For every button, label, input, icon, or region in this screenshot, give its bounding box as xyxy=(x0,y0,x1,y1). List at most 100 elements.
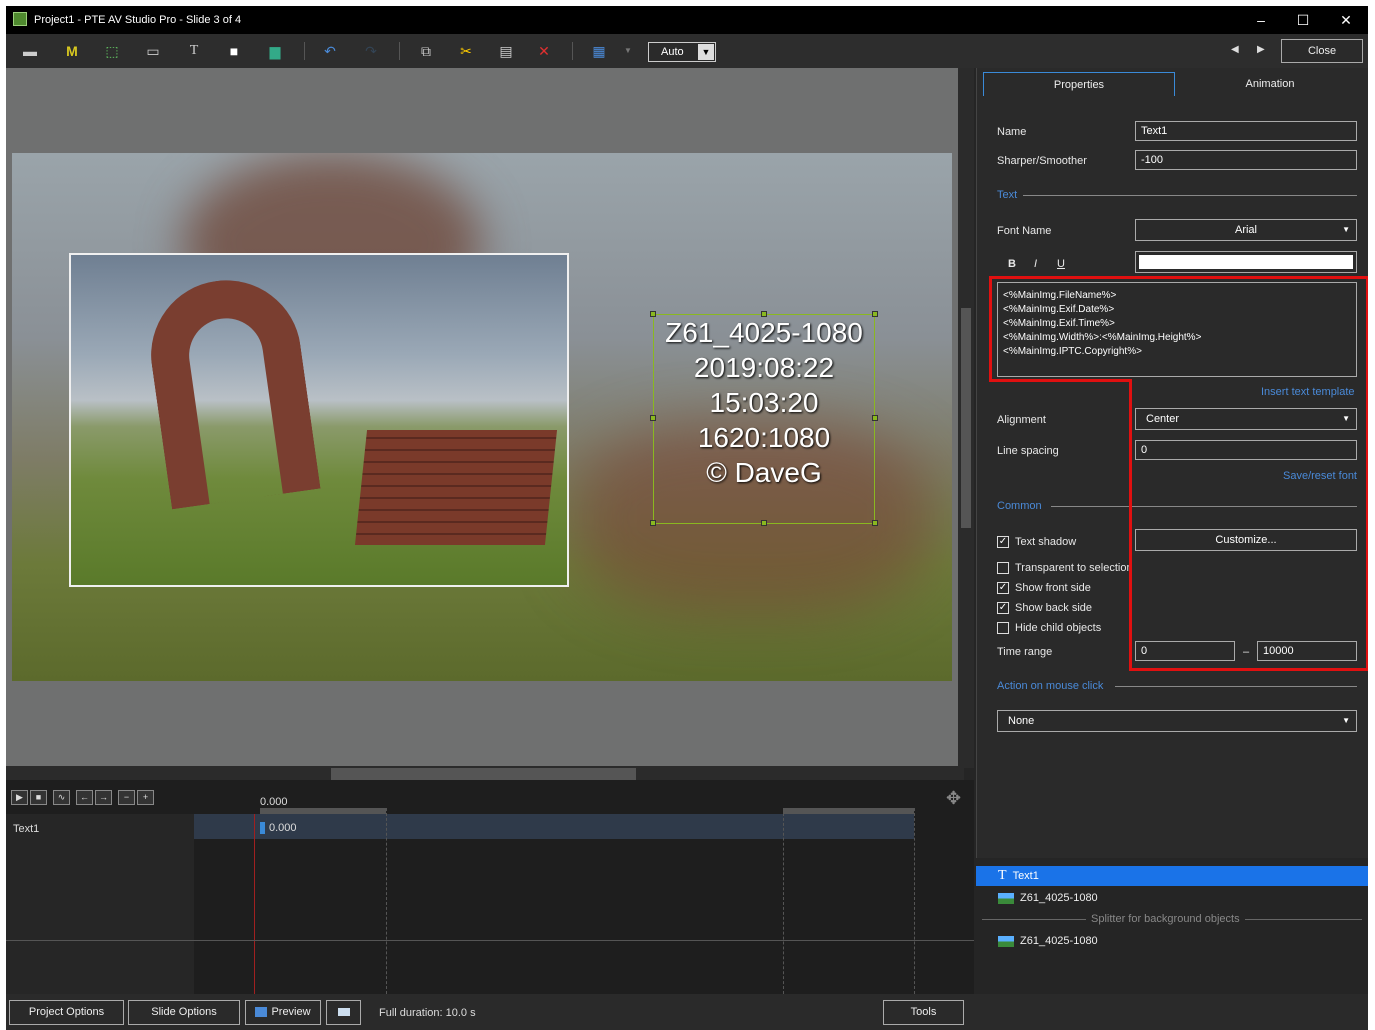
font-color-picker[interactable] xyxy=(1135,251,1357,273)
play-icon[interactable]: ▶ xyxy=(11,790,28,805)
project-options-button[interactable]: Project Options xyxy=(9,1000,124,1025)
maximize-button[interactable]: ☐ xyxy=(1283,10,1323,30)
copy-icon[interactable]: ⧉ xyxy=(416,42,436,60)
resize-handle[interactable] xyxy=(761,520,767,526)
arrow-right-icon[interactable]: → xyxy=(95,790,112,805)
slide-canvas[interactable]: Z61_4025-1080 2019:08:22 15:03:20 1620:1… xyxy=(6,68,964,768)
brick-block xyxy=(354,430,558,545)
waveform-icon[interactable]: ∿ xyxy=(53,790,70,805)
timeline-cursor[interactable] xyxy=(254,814,255,994)
toolbar-separator xyxy=(572,42,573,60)
object-item-text1[interactable]: T Text1 xyxy=(976,866,1368,886)
canvas-horizontal-scrollbar[interactable] xyxy=(6,766,964,780)
close-window-button[interactable]: ✕ xyxy=(1326,10,1366,30)
scrollbar-thumb[interactable] xyxy=(331,768,636,780)
preview-label: Preview xyxy=(271,1006,311,1018)
transparent-checkbox[interactable] xyxy=(997,562,1009,574)
rectangle-icon[interactable]: ■ xyxy=(224,42,244,60)
name-field[interactable]: Text1 xyxy=(1135,121,1357,141)
underline-button[interactable]: U xyxy=(1057,258,1065,270)
text-shadow-checkbox[interactable]: ✓ xyxy=(997,536,1009,548)
resize-handle[interactable] xyxy=(872,520,878,526)
main-image[interactable] xyxy=(69,253,569,587)
timeline-keyframe[interactable]: 0.000 xyxy=(260,822,297,834)
timeline-divider xyxy=(6,940,974,941)
arrow-left-icon[interactable]: ← xyxy=(76,790,93,805)
action-value: None xyxy=(1008,715,1035,727)
bold-button[interactable]: B xyxy=(1008,258,1016,270)
timeline-marker xyxy=(783,808,784,994)
show-front-checkbox[interactable]: ✓ xyxy=(997,582,1009,594)
tools-button[interactable]: Tools xyxy=(883,1000,964,1025)
preview-button[interactable]: Preview xyxy=(245,1000,321,1025)
toolbar: ▬ M ⬚ ▭ T ■ ▆ ↶ ↷ ⧉ ✂ ▤ ✕ ▦ ▼ Auto ▼ ◀ ▶ … xyxy=(6,34,1368,68)
section-divider xyxy=(1023,195,1357,196)
timeline-controls: ▶ ■ ∿ ← → − + xyxy=(11,790,156,805)
camera-icon[interactable]: ▬ xyxy=(20,42,40,60)
timeline-object-name[interactable]: Text1 xyxy=(13,823,39,835)
toolbar-separator xyxy=(304,42,305,60)
hide-child-checkbox[interactable] xyxy=(997,622,1009,634)
object-item-image[interactable]: Z61_4025-1080 xyxy=(976,888,1368,908)
tab-properties[interactable]: Properties xyxy=(983,72,1175,96)
show-back-label: Show back side xyxy=(1015,602,1093,614)
tab-animation[interactable]: Animation xyxy=(1175,72,1365,96)
paste-icon[interactable]: ▤ xyxy=(496,42,516,60)
common-section-heading: Common xyxy=(997,500,1042,512)
next-slide-icon[interactable]: ▶ xyxy=(1257,44,1265,55)
frame-icon[interactable]: ⬚ xyxy=(102,42,122,60)
preview-icon xyxy=(255,1007,268,1018)
scrollbar-thumb[interactable] xyxy=(961,308,971,528)
alignment-label: Alignment xyxy=(997,414,1046,426)
title-bar: Project1 - PTE AV Studio Pro - Slide 3 o… xyxy=(6,6,1368,34)
highlight-annotation xyxy=(989,276,1368,382)
show-back-checkbox[interactable]: ✓ xyxy=(997,602,1009,614)
timeline-marker xyxy=(386,808,387,994)
hide-child-label: Hide child objects xyxy=(1015,622,1102,634)
zoom-out-icon[interactable]: − xyxy=(118,790,135,805)
zoom-select[interactable]: Auto ▼ xyxy=(648,42,716,62)
show-front-label: Show front side xyxy=(1015,582,1091,594)
object-item-background-image[interactable]: Z61_4025-1080 xyxy=(976,931,1368,951)
text-object[interactable]: Z61_4025-1080 2019:08:22 15:03:20 1620:1… xyxy=(653,314,875,524)
properties-panel: Properties Animation Name Text1 Sharper/… xyxy=(976,68,1368,858)
mask-container-button[interactable]: M xyxy=(62,42,82,60)
add-text-button[interactable]: T xyxy=(184,42,204,60)
object-list: T Text1 Z61_4025-1080 Splitter for backgr… xyxy=(976,858,1368,994)
canvas-vertical-scrollbar[interactable] xyxy=(958,68,974,768)
app-window: Project1 - PTE AV Studio Pro - Slide 3 o… xyxy=(6,6,1368,1030)
button-object-icon[interactable]: ▭ xyxy=(143,42,163,60)
cut-icon[interactable]: ✂ xyxy=(456,42,476,60)
minimize-button[interactable]: – xyxy=(1241,10,1281,30)
action-select[interactable]: None ▼ xyxy=(997,710,1357,732)
redo-icon[interactable]: ↷ xyxy=(361,42,381,60)
slide-options-button[interactable]: Slide Options xyxy=(128,1000,240,1025)
monitor-icon xyxy=(337,1008,350,1017)
resize-handle[interactable] xyxy=(650,311,656,317)
sharper-field[interactable]: -100 xyxy=(1135,150,1357,170)
stop-icon[interactable]: ■ xyxy=(30,790,47,805)
image-icon xyxy=(998,935,1014,947)
resize-handle[interactable] xyxy=(761,311,767,317)
move-icon[interactable]: ✥ xyxy=(946,788,961,809)
grid-dropdown-icon[interactable]: ▼ xyxy=(618,42,638,60)
font-name-select[interactable]: Arial ▼ xyxy=(1135,219,1357,241)
delete-icon[interactable]: ✕ xyxy=(534,42,554,60)
grid-icon[interactable]: ▦ xyxy=(589,42,609,60)
prev-slide-icon[interactable]: ◀ xyxy=(1231,44,1239,55)
italic-button[interactable]: I xyxy=(1034,258,1037,270)
image-icon xyxy=(998,892,1014,904)
resize-handle[interactable] xyxy=(650,415,656,421)
undo-icon[interactable]: ↶ xyxy=(320,42,340,60)
timeline-track[interactable] xyxy=(194,814,914,839)
time-range-label: Time range xyxy=(997,646,1053,658)
fullscreen-button[interactable] xyxy=(326,1000,361,1025)
resize-handle[interactable] xyxy=(872,415,878,421)
resize-handle[interactable] xyxy=(650,520,656,526)
text-section-heading: Text xyxy=(997,189,1018,201)
resize-handle[interactable] xyxy=(872,311,878,317)
zoom-in-icon[interactable]: + xyxy=(137,790,154,805)
image-icon[interactable]: ▆ xyxy=(265,42,285,60)
close-button[interactable]: Close xyxy=(1281,39,1363,63)
name-label: Name xyxy=(997,126,1027,138)
